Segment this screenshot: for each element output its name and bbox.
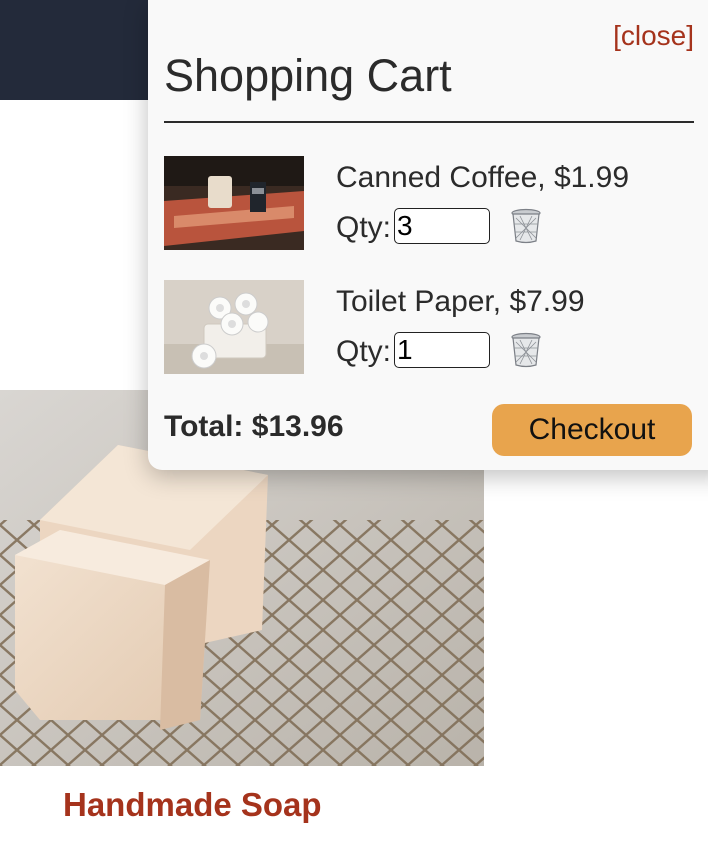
- product-name[interactable]: Handmade Soap: [63, 786, 322, 824]
- cart-item-label: Canned Coffee, $1.99: [336, 161, 630, 194]
- cart-divider: [164, 121, 694, 123]
- qty-label: Qty:: [336, 335, 392, 368]
- cart-item-label: Toilet Paper, $7.99: [336, 285, 585, 318]
- quantity-input[interactable]: [394, 208, 490, 244]
- cart-total: Total: $13.96: [164, 410, 344, 443]
- coffee-image: [164, 156, 304, 250]
- checkout-button[interactable]: Checkout: [492, 404, 692, 456]
- quantity-input[interactable]: [394, 332, 490, 368]
- cart-item: Toilet Paper, $7.99 Qty:: [164, 280, 694, 376]
- toilet-paper-image: [164, 280, 304, 374]
- cart-title: Shopping Cart: [164, 50, 452, 101]
- trash-icon[interactable]: [510, 332, 542, 368]
- cart-item: Canned Coffee, $1.99 Qty:: [164, 156, 694, 252]
- shopping-cart-panel: [close] Shopping Cart Canned Coffee, $1.…: [148, 0, 708, 470]
- close-cart-link[interactable]: [close]: [613, 20, 694, 52]
- qty-label: Qty:: [336, 211, 392, 244]
- trash-icon[interactable]: [510, 208, 542, 244]
